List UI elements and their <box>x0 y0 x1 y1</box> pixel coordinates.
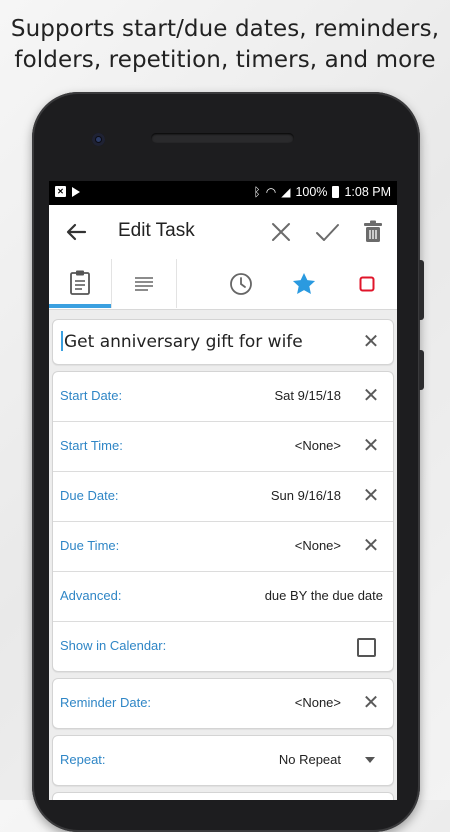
chevron-down-icon[interactable] <box>365 757 375 763</box>
repeat-value[interactable]: No Repeat <box>279 752 341 767</box>
trash-icon[interactable] <box>358 217 388 247</box>
play-store-icon <box>72 186 80 197</box>
page-title: Edit Task <box>118 220 195 241</box>
reminder-date-value[interactable]: <None> <box>295 695 341 710</box>
tab-priority[interactable] <box>345 259 389 308</box>
next-card <box>52 792 394 800</box>
repeat-row[interactable]: Repeat: No Repeat <box>53 736 393 785</box>
status-bar: ✕ ᛒ ◠ ◢ 100% 1:08 PM <box>49 181 397 205</box>
battery-percent: 100% <box>295 185 328 199</box>
edit-tabs <box>49 259 397 310</box>
start-date-row[interactable]: Start Date: Sat 9/15/18 ✕ <box>53 372 393 422</box>
checkbox-icon <box>359 276 375 291</box>
tab-general[interactable] <box>49 259 111 308</box>
clear-reminder-date-icon[interactable]: ✕ <box>359 691 383 715</box>
start-time-label: Start Time: <box>60 438 123 453</box>
clock-icon <box>230 272 252 295</box>
tab-star[interactable] <box>282 259 326 308</box>
task-title-input[interactable]: Get anniversary gift for wife <box>61 331 303 352</box>
show-in-calendar-row[interactable]: Show in Calendar: <box>53 622 393 671</box>
due-date-label: Due Date: <box>60 488 119 503</box>
check-icon[interactable] <box>312 217 342 247</box>
advanced-row[interactable]: Advanced: due BY the due date <box>53 572 393 622</box>
start-date-value[interactable]: Sat 9/15/18 <box>275 388 342 403</box>
arrow-back-icon[interactable] <box>63 219 89 245</box>
wifi-icon: ◠ <box>265 185 277 199</box>
notes-icon <box>135 276 153 291</box>
dates-card: Start Date: Sat 9/15/18 ✕ Start Time: <N… <box>52 371 394 672</box>
clear-start-date-icon[interactable]: ✕ <box>359 384 383 408</box>
due-time-label: Due Time: <box>60 538 120 553</box>
show-in-calendar-checkbox[interactable] <box>357 638 376 657</box>
front-camera <box>92 133 105 146</box>
reminder-date-row[interactable]: Reminder Date: <None> ✕ <box>53 679 393 728</box>
repeat-label: Repeat: <box>60 752 106 767</box>
start-time-value[interactable]: <None> <box>295 438 341 453</box>
reminder-date-label: Reminder Date: <box>60 695 152 710</box>
task-title-card: Get anniversary gift for wife ✕ <box>52 319 394 365</box>
app-toolbar: Edit Task <box>49 205 397 259</box>
earpiece-speaker <box>151 133 294 143</box>
promo-headline-line2: folders, repetition, timers, and more <box>14 47 436 73</box>
form-content: Get anniversary gift for wife ✕ Start Da… <box>49 310 397 800</box>
status-time: 1:08 PM <box>344 185 391 199</box>
due-date-value[interactable]: Sun 9/16/18 <box>271 488 341 503</box>
advanced-label: Advanced: <box>60 588 122 603</box>
repeat-card: Repeat: No Repeat <box>52 735 394 786</box>
task-title-text: Get anniversary gift for wife <box>64 332 303 352</box>
power-button <box>419 350 424 390</box>
clear-due-time-icon[interactable]: ✕ <box>359 534 383 558</box>
clear-title-icon[interactable]: ✕ <box>359 330 383 354</box>
tab-timer[interactable] <box>219 259 263 308</box>
phone-screen: ✕ ᛒ ◠ ◢ 100% 1:08 PM Edit Task Get anniv… <box>49 181 397 800</box>
battery-icon <box>332 186 340 198</box>
clear-due-date-icon[interactable]: ✕ <box>359 484 383 508</box>
start-date-label: Start Date: <box>60 388 123 403</box>
promo-headline: Supports start/due dates, reminders, fol… <box>0 14 450 76</box>
star-icon <box>292 272 316 294</box>
notification-x-icon: ✕ <box>55 186 66 197</box>
clipboard-icon <box>70 270 90 295</box>
start-time-row[interactable]: Start Time: <None> ✕ <box>53 422 393 472</box>
tab-divider <box>176 259 177 308</box>
promo-headline-line1: Supports start/due dates, reminders, <box>10 16 440 42</box>
signal-icon: ◢ <box>281 185 291 199</box>
due-time-value[interactable]: <None> <box>295 538 341 553</box>
due-time-row[interactable]: Due Time: <None> ✕ <box>53 522 393 572</box>
bluetooth-icon: ᛒ <box>253 185 261 199</box>
volume-button <box>419 260 424 320</box>
advanced-value[interactable]: due BY the due date <box>265 588 383 603</box>
show-in-calendar-label: Show in Calendar: <box>60 638 167 653</box>
clear-start-time-icon[interactable]: ✕ <box>359 434 383 458</box>
close-icon[interactable] <box>266 217 296 247</box>
reminder-card: Reminder Date: <None> ✕ <box>52 678 394 729</box>
text-cursor <box>61 331 63 351</box>
tab-notes[interactable] <box>112 259 176 308</box>
due-date-row[interactable]: Due Date: Sun 9/16/18 ✕ <box>53 472 393 522</box>
